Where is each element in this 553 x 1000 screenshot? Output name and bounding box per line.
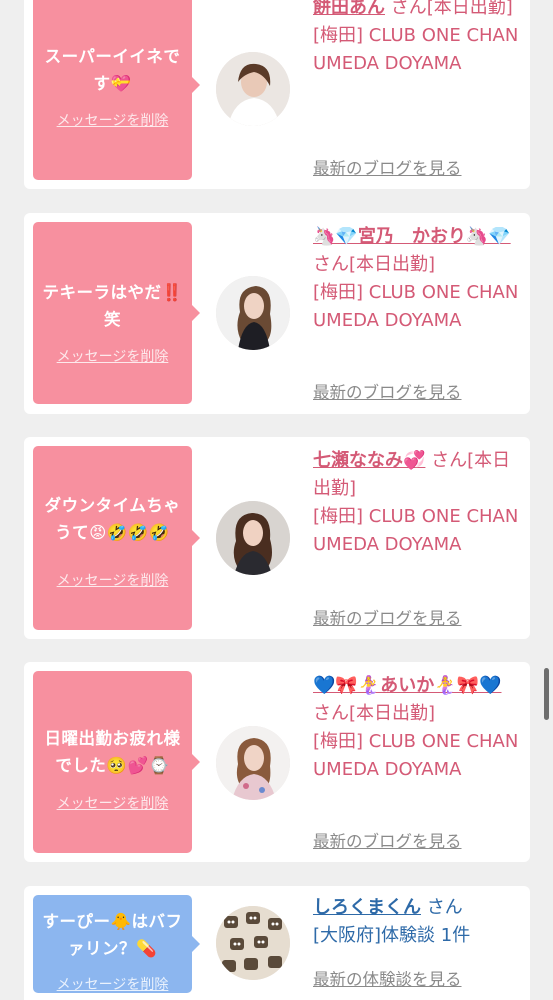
scrollbar[interactable] [544,668,549,720]
latest-review-link[interactable]: 最新の体験談を見る [313,966,462,990]
sender-status: さん[本日出勤] [390,0,513,18]
sender-name-link[interactable]: 🦄💎宮乃 かおり🦄💎 [313,226,511,247]
sender-shop: [梅田] CLUB ONE CHAN UMEDA DOYAMA [313,25,519,74]
delete-message-link[interactable]: メッセージを削除 [33,570,192,590]
message-bubble: ダウンタイムちゃうて😡🤣🤣🤣 メッセージを削除 [33,446,200,630]
sender-shop: [梅田] CLUB ONE CHAN UMEDA DOYAMA [313,506,519,555]
avatar[interactable] [216,906,290,980]
message-text: スーパーイイネです💝 [44,47,181,93]
sender-name-link[interactable]: 七瀬ななみ💞 [313,450,425,471]
avatar[interactable] [216,726,290,800]
sender-shop: [梅田] CLUB ONE CHAN UMEDA DOYAMA [313,731,519,780]
message-text: テキーラはやだ‼️笑 [42,283,183,329]
message-card: スーパーイイネです💝 メッセージを削除 餅田あん さん[本日出勤] [梅田] C… [24,0,530,189]
avatar[interactable] [216,52,290,126]
sender-info: 💙🎀🧜‍♀️あいか🧜‍♀️🎀💙 さん[本日出勤] [梅田] CLUB ONE C… [313,672,523,784]
sender-info: 🦄💎宮乃 かおり🦄💎 さん[本日出勤] [梅田] CLUB ONE CHAN U… [313,223,523,335]
message-bubble: スーパーイイネです💝 メッセージを削除 [33,0,200,180]
latest-blog-link[interactable]: 最新のブログを見る [313,155,462,179]
sender-shop: [梅田] CLUB ONE CHAN UMEDA DOYAMA [313,282,519,331]
latest-blog-link[interactable]: 最新のブログを見る [313,605,462,629]
message-text: すーぴー🐥はバファリン？💊 [42,912,183,958]
sender-info: 七瀬ななみ💞 さん[本日出勤] [梅田] CLUB ONE CHAN UMEDA… [313,447,523,559]
message-text: ダウンタイムちゃうて😡🤣🤣🤣 [44,496,181,542]
sender-name-link[interactable]: しろくまくん [313,897,421,918]
latest-blog-link[interactable]: 最新のブログを見る [313,828,462,852]
message-card: すーぴー🐥はバファリン？💊 メッセージを削除 しろくまくん さん [大阪府]体験… [24,886,530,1000]
avatar[interactable] [216,501,290,575]
delete-message-link[interactable]: メッセージを削除 [33,110,192,130]
latest-blog-link[interactable]: 最新のブログを見る [313,379,462,403]
sender-shop: [大阪府]体験談 1件 [313,925,471,946]
message-bubble: テキーラはやだ‼️笑 メッセージを削除 [33,222,200,404]
sender-name-link[interactable]: 💙🎀🧜‍♀️あいか🧜‍♀️🎀💙 [313,675,501,696]
message-card: ダウンタイムちゃうて😡🤣🤣🤣 メッセージを削除 七瀬ななみ💞 さん[本日出勤] … [24,437,530,639]
sender-status: さん[本日出勤] [313,254,436,275]
delete-message-link[interactable]: メッセージを削除 [33,793,192,813]
sender-info: 餅田あん さん[本日出勤] [梅田] CLUB ONE CHAN UMEDA D… [313,0,523,78]
message-text: 日曜出勤お疲れ様でした🥺💕⌚ [44,729,181,775]
delete-message-link[interactable]: メッセージを削除 [33,346,192,366]
sender-status: さん[本日出勤] [313,703,436,724]
delete-message-link[interactable]: メッセージを削除 [33,974,192,994]
message-bubble: 日曜出勤お疲れ様でした🥺💕⌚ メッセージを削除 [33,671,200,853]
message-bubble: すーぴー🐥はバファリン？💊 メッセージを削除 [33,895,200,994]
sender-status: さん [426,897,463,918]
avatar[interactable] [216,276,290,350]
message-card: テキーラはやだ‼️笑 メッセージを削除 🦄💎宮乃 かおり🦄💎 さん[本日出勤] … [24,213,530,414]
sender-name-link[interactable]: 餅田あん [313,0,385,18]
message-card: 日曜出勤お疲れ様でした🥺💕⌚ メッセージを削除 💙🎀🧜‍♀️あいか🧜‍♀️🎀💙 … [24,662,530,862]
sender-info: しろくまくん さん [大阪府]体験談 1件 [313,894,523,950]
